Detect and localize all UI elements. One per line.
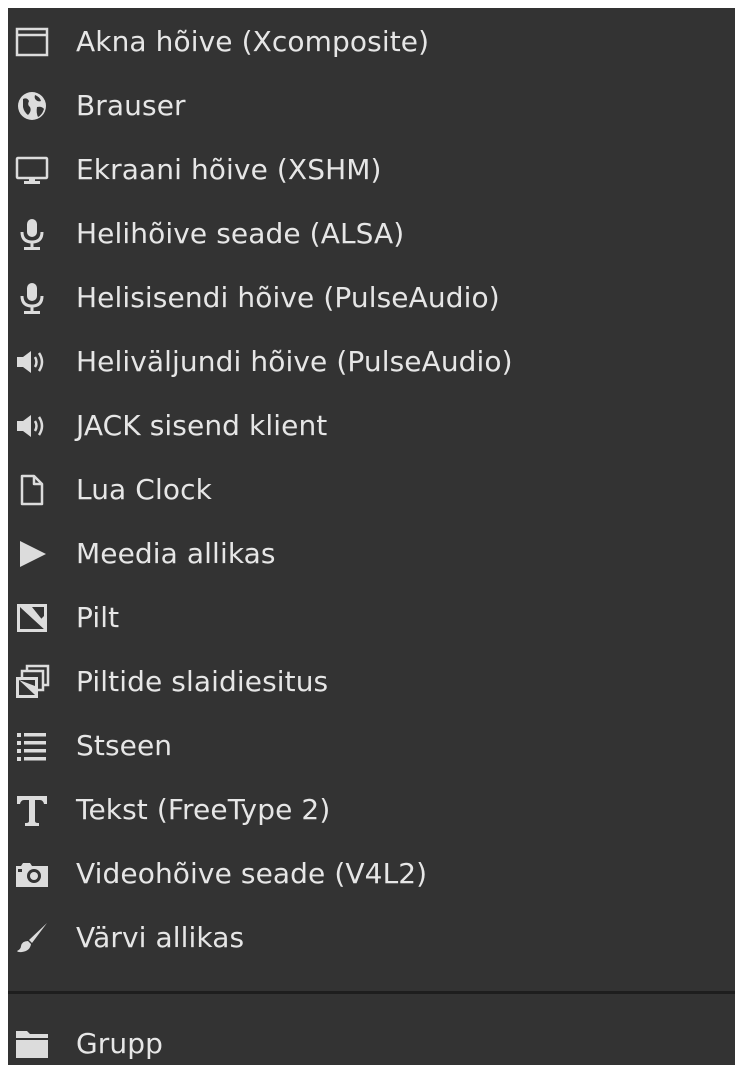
menu-item-screen-capture[interactable]: Ekraani hõive (XSHM) — [8, 138, 735, 202]
menu-item-color-source[interactable]: Värvi allikas — [8, 906, 735, 970]
add-source-context-menu: Akna hõive (Xcomposite) Brauser Ekraani … — [8, 8, 735, 1065]
menu-item-label: Pilt — [76, 601, 120, 634]
text-icon — [12, 790, 52, 830]
menu-item-label: Tekst (FreeType 2) — [76, 793, 331, 826]
microphone-icon — [12, 278, 52, 318]
menu-item-label: Videohõive seade (V4L2) — [76, 857, 428, 890]
menu-item-lua-clock[interactable]: Lua Clock — [8, 458, 735, 522]
menu-item-group[interactable]: Grupp — [8, 1012, 735, 1065]
camera-icon — [12, 854, 52, 894]
menu-item-label: Lua Clock — [76, 473, 212, 506]
speaker-icon — [12, 342, 52, 382]
folder-icon — [12, 1024, 52, 1064]
slideshow-icon — [12, 662, 52, 702]
menu-item-scene[interactable]: Stseen — [8, 714, 735, 778]
menu-item-label: Grupp — [76, 1027, 164, 1060]
menu-item-video-capture-device[interactable]: Videohõive seade (V4L2) — [8, 842, 735, 906]
menu-item-label: Ekraani hõive (XSHM) — [76, 153, 382, 186]
window-icon — [12, 22, 52, 62]
monitor-icon — [12, 150, 52, 190]
image-icon — [12, 598, 52, 638]
menu-item-window-capture[interactable]: Akna hõive (Xcomposite) — [8, 10, 735, 74]
menu-item-label: Stseen — [76, 729, 173, 762]
menu-item-audio-output-capture[interactable]: Heliväljundi hõive (PulseAudio) — [8, 330, 735, 394]
menu-item-image[interactable]: Pilt — [8, 586, 735, 650]
speaker-icon — [12, 406, 52, 446]
menu-item-image-slideshow[interactable]: Piltide slaidiesitus — [8, 650, 735, 714]
menu-item-label: Meedia allikas — [76, 537, 276, 570]
menu-separator — [8, 991, 735, 994]
menu-item-text-freetype[interactable]: Tekst (FreeType 2) — [8, 778, 735, 842]
menu-item-label: Värvi allikas — [76, 921, 245, 954]
menu-item-label: Piltide slaidiesitus — [76, 665, 329, 698]
menu-item-label: Heliväljundi hõive (PulseAudio) — [76, 345, 513, 378]
file-icon — [12, 470, 52, 510]
menu-item-media-source[interactable]: Meedia allikas — [8, 522, 735, 586]
microphone-icon — [12, 214, 52, 254]
brush-icon — [12, 918, 52, 958]
menu-item-label: Helisisendi hõive (PulseAudio) — [76, 281, 500, 314]
menu-item-label: Brauser — [76, 89, 186, 122]
menu-item-browser[interactable]: Brauser — [8, 74, 735, 138]
play-icon — [12, 534, 52, 574]
menu-item-jack-input-client[interactable]: JACK sisend klient — [8, 394, 735, 458]
globe-icon — [12, 86, 52, 126]
menu-item-audio-input-capture[interactable]: Helisisendi hõive (PulseAudio) — [8, 266, 735, 330]
menu-item-audio-capture-alsa[interactable]: Helihõive seade (ALSA) — [8, 202, 735, 266]
list-icon — [12, 726, 52, 766]
menu-item-label: JACK sisend klient — [76, 409, 328, 442]
menu-item-label: Akna hõive (Xcomposite) — [76, 25, 430, 58]
menu-item-label: Helihõive seade (ALSA) — [76, 217, 405, 250]
